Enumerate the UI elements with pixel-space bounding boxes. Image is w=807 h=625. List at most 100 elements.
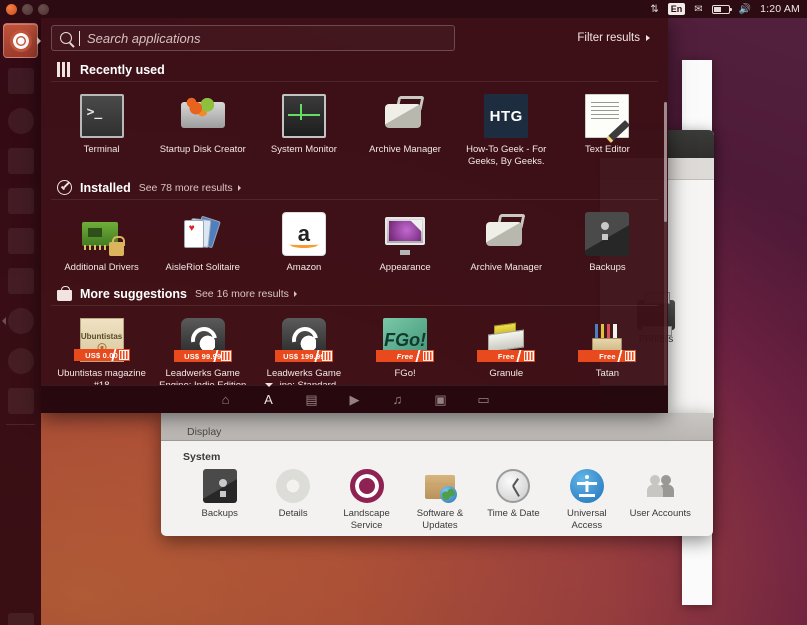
lens-music-icon[interactable]: ♫ xyxy=(389,391,407,409)
software-updates-icon xyxy=(423,469,457,503)
dash-scrollbar-thumb xyxy=(664,102,667,222)
category-header-more-suggestions[interactable]: More suggestions See 16 more results xyxy=(51,282,658,306)
lens-home-icon[interactable]: ⌂ xyxy=(217,391,235,409)
ubuntu-logo-icon xyxy=(9,29,32,52)
app-ubuntistas-magazine[interactable]: Ubuntistas US$ 0.00 Ubuntistas magazine … xyxy=(51,314,152,385)
suggestions-icon xyxy=(57,286,72,301)
launcher-item-files[interactable] xyxy=(3,63,38,98)
lens-messages-icon[interactable]: ▭ xyxy=(475,391,493,409)
filter-results-button[interactable]: Filter results xyxy=(577,32,658,44)
user-accounts-icon xyxy=(643,469,677,503)
app-amazon[interactable]: a Amazon xyxy=(253,208,354,280)
keyboard-indicator[interactable]: En xyxy=(667,3,686,15)
app-tatan[interactable]: Free Tatan xyxy=(557,314,658,385)
close-icon[interactable] xyxy=(6,3,17,15)
settings-item-backups[interactable]: Backups xyxy=(183,467,256,533)
settings-item-label: Landscape Service xyxy=(343,508,390,531)
app-leadwerks-indie[interactable]: US$ 99.99 Leadwerks Game Engine: Indie E… xyxy=(152,314,253,385)
app-how-to-geek[interactable]: HTG How-To Geek - For Geeks, By Geeks. xyxy=(456,90,557,174)
app-text-editor[interactable]: Text Editor xyxy=(557,90,658,174)
settings-item-software-updates[interactable]: Software & Updates xyxy=(403,467,476,533)
system-settings-window[interactable]: Display System Backups Details Landscape… xyxy=(161,413,713,536)
settings-item-time-date[interactable]: Time & Date xyxy=(477,467,550,533)
app-archive-manager[interactable]: Archive Manager xyxy=(354,90,455,174)
settings-item-label: Time & Date xyxy=(487,508,540,519)
settings-item-details[interactable]: Details xyxy=(256,467,329,533)
launcher-item-amazon[interactable] xyxy=(3,383,38,418)
app-archive-manager-2[interactable]: Archive Manager xyxy=(456,208,557,280)
see-more-results-suggestions[interactable]: See 16 more results xyxy=(195,288,297,300)
launcher-item-calc[interactable] xyxy=(3,183,38,218)
launcher-item-help[interactable] xyxy=(3,343,38,378)
system-settings-toolbar[interactable]: Display xyxy=(161,413,713,441)
launcher-item-dash-home[interactable] xyxy=(3,23,41,58)
tatan-icon: Free xyxy=(578,318,637,362)
launcher-spacer xyxy=(0,431,41,606)
see-more-results-installed[interactable]: See 78 more results xyxy=(139,182,241,194)
launcher-item-writer[interactable] xyxy=(3,143,38,178)
mail-icon[interactable]: ✉ xyxy=(694,4,702,15)
minimize-icon[interactable] xyxy=(22,3,33,15)
volume-icon[interactable]: 🔊 xyxy=(739,4,751,15)
see-more-label: See 78 more results xyxy=(138,181,233,194)
dash-scrollbar[interactable] xyxy=(664,102,667,385)
app-fgo[interactable]: F Go! Free FGo! xyxy=(354,314,455,385)
launcher-item-impress[interactable] xyxy=(3,223,38,258)
granule-icon: Free xyxy=(477,318,536,362)
text-caret xyxy=(79,30,80,46)
clock-label[interactable]: 1:20 AM xyxy=(760,3,800,15)
chevron-right-icon xyxy=(646,35,650,41)
htg-icon: HTG xyxy=(484,94,529,138)
launcher-item-system-settings[interactable] xyxy=(2,303,38,338)
window-controls[interactable] xyxy=(6,3,49,15)
app-terminal[interactable]: Terminal xyxy=(51,90,152,174)
category-header-recently-used[interactable]: Recently used xyxy=(51,58,658,82)
category-header-installed[interactable]: Installed See 78 more results xyxy=(51,176,658,200)
top-panel[interactable]: ⇅ En ✉ 🔊 1:20 AM xyxy=(0,0,807,18)
app-label: Ubuntistas magazine #18 xyxy=(57,368,146,385)
app-label: Tatan xyxy=(595,368,620,379)
app-additional-drivers[interactable]: Additional Drivers xyxy=(51,208,152,280)
launcher-divider xyxy=(6,424,35,425)
app-backups[interactable]: Backups xyxy=(557,208,658,280)
app-startup-disk-creator[interactable]: Startup Disk Creator xyxy=(152,90,253,174)
lens-files-icon[interactable]: ▤ xyxy=(303,391,321,409)
network-icon[interactable]: ⇅ xyxy=(650,4,658,15)
app-label: Granule xyxy=(489,368,524,379)
universal-access-icon xyxy=(569,469,604,503)
app-granule[interactable]: Free Granule xyxy=(456,314,557,385)
startup-disk-creator-icon xyxy=(180,94,225,138)
app-appearance[interactable]: Appearance xyxy=(354,208,455,280)
app-aisleriot-solitaire[interactable]: AisleRiot Solitaire xyxy=(152,208,253,280)
lens-photos-icon[interactable]: ▣ xyxy=(432,391,450,409)
maximize-icon[interactable] xyxy=(38,3,49,15)
app-system-monitor[interactable]: System Monitor xyxy=(253,90,354,174)
app-label: System Monitor xyxy=(270,144,337,155)
price-badge: US$ 199.99 xyxy=(274,350,333,362)
settings-item-label: Backups xyxy=(201,508,238,519)
price-badge: Free xyxy=(477,350,536,362)
unity-dash[interactable]: Search applications Filter results Recen… xyxy=(41,18,668,413)
time-date-clock-icon xyxy=(496,469,531,503)
search-input[interactable]: Search applications xyxy=(51,25,455,51)
battery-icon[interactable] xyxy=(711,4,733,14)
category-title: Installed xyxy=(80,180,131,195)
unity-launcher[interactable] xyxy=(0,18,41,625)
appearance-icon xyxy=(383,212,427,256)
app-label: Leadwerks Game Engine: Indie Edition xyxy=(159,368,246,385)
settings-item-user-accounts[interactable]: User Accounts xyxy=(624,467,697,533)
settings-item-universal-access[interactable]: Universal Access xyxy=(550,467,623,533)
launcher-item-software-center[interactable] xyxy=(3,263,38,298)
lens-applications-icon[interactable]: A xyxy=(260,391,278,409)
launcher-item-firefox[interactable] xyxy=(3,103,38,138)
settings-item-label: Universal Access xyxy=(567,508,607,531)
settings-item-landscape-service[interactable]: Landscape Service xyxy=(330,467,403,533)
app-leadwerks-standard[interactable]: US$ 199.99 Leadwerks Game ...ine: Standa… xyxy=(253,314,354,385)
price-badge: Free xyxy=(578,350,637,362)
launcher-item-trash[interactable] xyxy=(3,608,38,625)
cart-icon xyxy=(423,351,434,361)
lens-video-icon[interactable]: ▶ xyxy=(346,391,364,409)
app-label: Amazon xyxy=(286,262,322,273)
cart-icon xyxy=(118,350,129,360)
installed-icon xyxy=(57,180,72,195)
